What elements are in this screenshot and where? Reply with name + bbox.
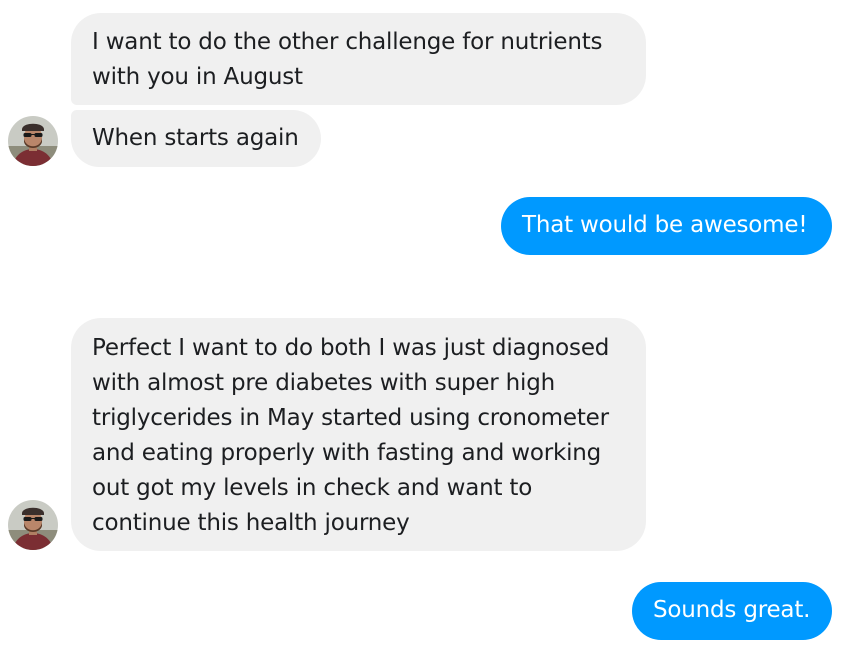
outgoing-message-bubble[interactable]: Sounds great. xyxy=(632,582,832,640)
message-text: I want to do the other challenge for nut… xyxy=(92,29,603,90)
incoming-message-bubble[interactable]: I want to do the other challenge for nut… xyxy=(71,13,646,105)
outgoing-message-bubble[interactable]: That would be awesome! xyxy=(501,197,832,255)
contact-avatar[interactable] xyxy=(8,116,58,166)
incoming-message-bubble[interactable]: When starts again xyxy=(71,110,321,167)
message-text: That would be awesome! xyxy=(522,212,808,238)
message-text: When starts again xyxy=(92,125,299,151)
message-text: Perfect I want to do both I was just dia… xyxy=(92,335,610,536)
message-text: Sounds great. xyxy=(653,597,811,623)
avatar-photo-icon xyxy=(8,116,58,166)
avatar-photo-icon xyxy=(8,500,58,550)
contact-avatar[interactable] xyxy=(8,500,58,550)
incoming-message-bubble[interactable]: Perfect I want to do both I was just dia… xyxy=(71,318,646,551)
